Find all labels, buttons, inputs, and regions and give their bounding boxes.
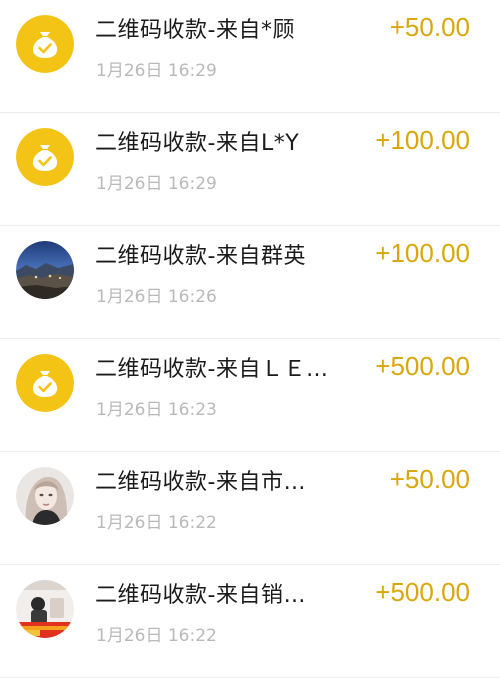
transaction-row[interactable]: 二维码收款-来自*顾 1月26日 16:29 +50.00 bbox=[0, 0, 500, 113]
transaction-title: 二维码收款-来自L*Y bbox=[95, 131, 300, 156]
transaction-time: 1月26日 16:29 bbox=[96, 174, 217, 194]
transaction-row[interactable]: 二维码收款-来自L*Y 1月26日 16:29 +100.00 bbox=[0, 113, 500, 226]
photo-avatar bbox=[16, 580, 74, 638]
money-bag-icon bbox=[16, 128, 74, 186]
landscape-avatar bbox=[16, 241, 74, 299]
transaction-title: 二维码收款-来自市… bbox=[95, 470, 306, 495]
transaction-time: 1月26日 16:29 bbox=[96, 61, 217, 81]
transaction-title: 二维码收款-来自群英 bbox=[95, 244, 306, 269]
transaction-time: 1月26日 16:23 bbox=[96, 400, 217, 420]
transaction-row[interactable]: 二维码收款-来自群英 1月26日 16:26 +100.00 bbox=[0, 226, 500, 339]
transaction-title: 二维码收款-来自销… bbox=[95, 583, 306, 608]
money-bag-icon bbox=[16, 15, 74, 73]
transaction-amount: +100.00 bbox=[375, 238, 470, 268]
transaction-amount: +500.00 bbox=[375, 351, 470, 381]
transaction-amount: +100.00 bbox=[375, 125, 470, 155]
portrait-avatar bbox=[16, 467, 74, 525]
transaction-title: 二维码收款-来自ＬＥ… bbox=[95, 357, 329, 382]
transaction-row[interactable]: 二维码收款-来自ＬＥ… 1月26日 16:23 +500.00 bbox=[0, 339, 500, 452]
transaction-row[interactable]: 二维码收款-来自市… 1月26日 16:22 +50.00 bbox=[0, 452, 500, 565]
transaction-amount: +500.00 bbox=[375, 577, 470, 607]
transaction-row[interactable]: 二维码收款-来自销… 1月26日 16:22 +500.00 bbox=[0, 565, 500, 678]
transaction-amount: +50.00 bbox=[389, 12, 470, 42]
transaction-title: 二维码收款-来自*顾 bbox=[95, 18, 295, 43]
money-bag-icon bbox=[16, 354, 74, 412]
transaction-time: 1月26日 16:22 bbox=[96, 626, 217, 646]
transaction-time: 1月26日 16:26 bbox=[96, 287, 217, 307]
transaction-amount: +50.00 bbox=[389, 464, 470, 494]
transaction-list: 二维码收款-来自*顾 1月26日 16:29 +50.00 二维码收款-来自L*… bbox=[0, 0, 500, 678]
transaction-time: 1月26日 16:22 bbox=[96, 513, 217, 533]
